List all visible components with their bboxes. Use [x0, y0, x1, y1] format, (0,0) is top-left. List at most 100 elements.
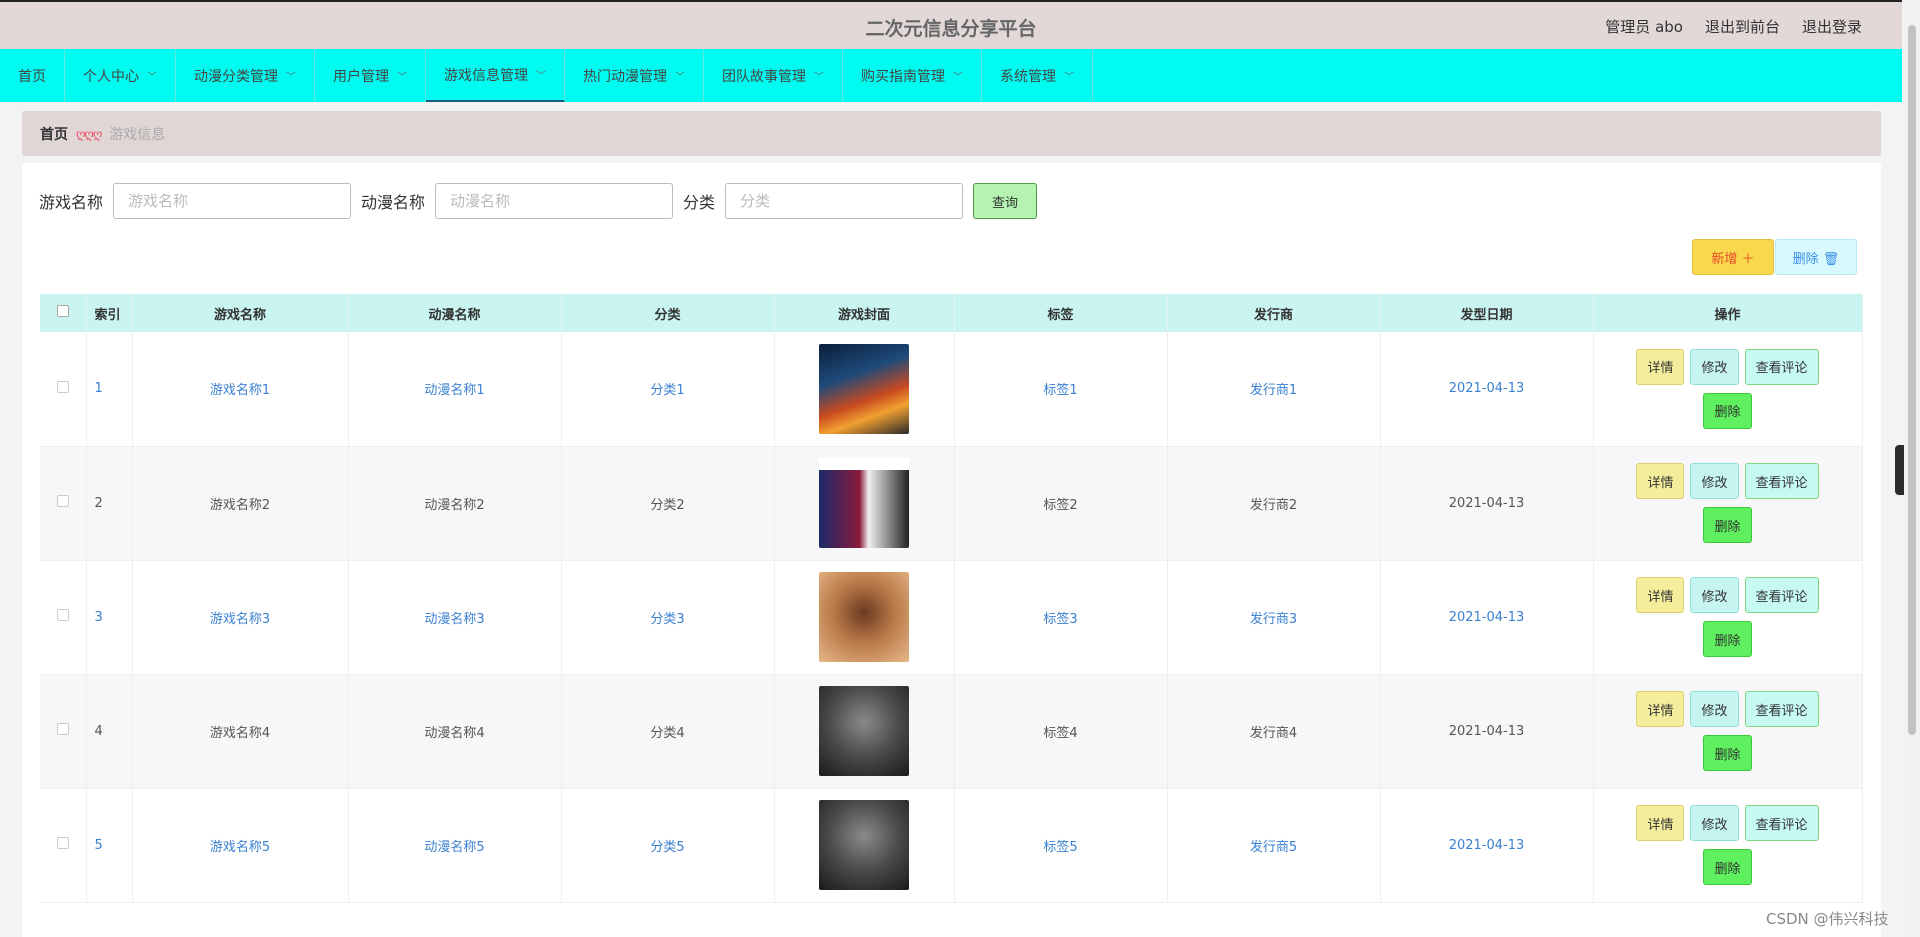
batch-delete-button[interactable]: 删除 🗑: [1775, 239, 1857, 275]
cell-release-date: 2021-04-13: [1380, 674, 1594, 789]
game-name-label: 游戏名称: [39, 193, 104, 212]
game-table: 索引 游戏名称 动漫名称 分类 游戏封面 标签 发行商 发型日期 操作 1 游戏名…: [40, 294, 1863, 903]
cell-cover: [774, 446, 955, 561]
cell-cover: [774, 674, 955, 789]
col-release-date: 发型日期: [1380, 294, 1594, 332]
cell-game-name: 游戏名称5: [132, 788, 349, 903]
col-game-name: 游戏名称: [132, 294, 349, 332]
nav-label: 团队故事管理: [722, 68, 806, 85]
main-panel: 游戏名称 动漫名称 分类 查询 新增 ＋ 删除 🗑 索引 游戏名称 动漫名称 分…: [22, 163, 1881, 937]
admin-name: 管理员 abo: [1605, 18, 1683, 36]
detail-button[interactable]: 详情: [1636, 577, 1685, 613]
chevron-down-icon: ﹀: [814, 72, 824, 83]
view-comments-button[interactable]: 查看评论: [1744, 805, 1819, 841]
nav-personal-center[interactable]: 个人中心 ﹀: [65, 49, 176, 102]
nav-label: 系统管理: [1000, 68, 1056, 85]
view-comments-button[interactable]: 查看评论: [1744, 577, 1819, 613]
nav-purchase-guide[interactable]: 购买指南管理 ﹀: [843, 49, 982, 102]
delete-button[interactable]: 删除: [1703, 849, 1752, 885]
nav-label: 游戏信息管理: [444, 67, 528, 84]
warrior-art-icon: [819, 572, 909, 662]
breadcrumb-separator-icon: ღღღ: [76, 126, 102, 141]
cell-anime-name: 动漫名称1: [348, 332, 562, 447]
breadcrumb-home[interactable]: 首页: [40, 124, 68, 144]
cell-game-name: 游戏名称3: [132, 560, 349, 675]
col-category: 分类: [561, 294, 775, 332]
view-comments-button[interactable]: 查看评论: [1744, 463, 1819, 499]
racing-car-icon: [819, 343, 909, 434]
back-to-front-link[interactable]: 退出到前台: [1705, 16, 1780, 37]
cell-publisher: 发行商4: [1167, 674, 1381, 789]
query-button[interactable]: 查询: [973, 183, 1038, 219]
chevron-down-icon: ﹀: [953, 72, 963, 83]
detail-button[interactable]: 详情: [1636, 805, 1685, 841]
view-comments-button[interactable]: 查看评论: [1744, 691, 1819, 727]
nav-game-info[interactable]: 游戏信息管理 ﹀: [426, 49, 565, 102]
cell-category: 分类1: [561, 332, 775, 447]
cell-release-date: 2021-04-13: [1380, 788, 1594, 903]
nav-hot-anime[interactable]: 热门动漫管理 ﹀: [565, 49, 704, 102]
cell-tag: 标签2: [954, 446, 1168, 561]
nav-team-story[interactable]: 团队故事管理 ﹀: [704, 49, 843, 102]
cell-publisher: 发行商1: [1167, 332, 1381, 447]
row-checkbox[interactable]: [40, 332, 87, 447]
game-name-input[interactable]: [113, 183, 352, 219]
delete-button[interactable]: 删除: [1703, 507, 1752, 543]
nav-label: 用户管理: [333, 68, 389, 85]
delete-button[interactable]: 删除: [1703, 392, 1752, 429]
edit-button[interactable]: 修改: [1690, 691, 1739, 727]
chevron-down-icon: ﹀: [147, 72, 157, 83]
cell-category: 分类4: [561, 674, 775, 789]
row-checkbox[interactable]: [40, 788, 87, 903]
scrollbar-thumb[interactable]: [1908, 25, 1916, 735]
cell-tag: 标签4: [954, 674, 1168, 789]
delete-button[interactable]: 删除: [1703, 621, 1752, 657]
add-button[interactable]: 新增 ＋: [1692, 239, 1774, 275]
row-checkbox[interactable]: [40, 560, 87, 675]
edit-button[interactable]: 修改: [1690, 805, 1739, 841]
nav-user-management[interactable]: 用户管理 ﹀: [315, 49, 426, 102]
anime-name-label: 动漫名称: [361, 193, 426, 212]
category-input[interactable]: [725, 183, 964, 219]
nav-label: 购买指南管理: [861, 68, 945, 85]
cell-release-date: 2021-04-13: [1380, 332, 1594, 447]
cell-publisher: 发行商2: [1167, 446, 1381, 561]
edit-button[interactable]: 修改: [1690, 577, 1739, 613]
cell-cover: [774, 788, 955, 903]
delete-button[interactable]: 删除: [1703, 735, 1752, 771]
cell-actions: 详情 修改 查看评论删除: [1593, 332, 1863, 447]
cell-tag: 标签3: [954, 560, 1168, 675]
nav-label: 首页: [18, 68, 46, 85]
col-actions: 操作: [1593, 294, 1863, 332]
cell-anime-name: 动漫名称4: [348, 674, 562, 789]
search-bar: 游戏名称 动漫名称 分类 查询: [39, 183, 1038, 219]
select-all-checkbox[interactable]: [40, 294, 87, 332]
nav-anime-category[interactable]: 动漫分类管理 ﹀: [176, 49, 315, 102]
table-row: 2 游戏名称2 动漫名称2 分类2 标签2 发行商2 2021-04-13 详情 修改 查看评论删…: [40, 446, 1863, 561]
nav-home[interactable]: 首页: [0, 49, 65, 102]
nav-label: 动漫分类管理: [194, 68, 278, 85]
chevron-down-icon: ﹀: [536, 71, 546, 82]
edit-button[interactable]: 修改: [1690, 348, 1739, 385]
cell-anime-name: 动漫名称3: [348, 560, 562, 675]
cell-actions: 详情 修改 查看评论删除: [1593, 446, 1863, 561]
row-checkbox[interactable]: [40, 674, 87, 789]
nav-system[interactable]: 系统管理 ﹀: [982, 49, 1093, 102]
anime-name-input[interactable]: [435, 183, 674, 219]
football-players-icon: [819, 458, 909, 548]
col-anime-name: 动漫名称: [348, 294, 562, 332]
detail-button[interactable]: 详情: [1636, 463, 1685, 499]
page-scrollbar[interactable]: [1904, 0, 1920, 937]
detail-button[interactable]: 详情: [1636, 348, 1685, 385]
logout-link[interactable]: 退出登录: [1802, 16, 1862, 37]
edit-button[interactable]: 修改: [1690, 463, 1739, 499]
view-comments-button[interactable]: 查看评论: [1744, 348, 1819, 385]
col-tag: 标签: [954, 294, 1168, 332]
detail-button[interactable]: 详情: [1636, 691, 1685, 727]
row-checkbox[interactable]: [40, 446, 87, 561]
watermark: CSDN @伟兴科技: [1766, 910, 1889, 928]
cell-index: 2: [86, 446, 133, 561]
cell-anime-name: 动漫名称5: [348, 788, 562, 903]
top-bar: 二次元信息分享平台 管理员 abo 退出到前台 退出登录: [0, 0, 1902, 49]
soldiers-icon: [819, 800, 909, 890]
